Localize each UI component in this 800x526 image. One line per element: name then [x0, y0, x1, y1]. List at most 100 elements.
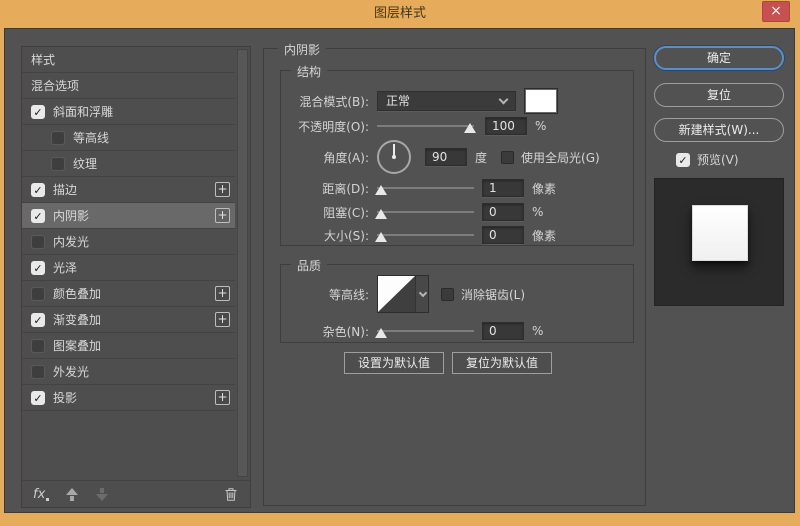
style-item-label: 内阴影 [53, 209, 90, 223]
contour-thumbnail[interactable] [378, 276, 415, 312]
style-enable-checkbox[interactable]: ✓ [31, 208, 45, 223]
noise-slider-thumb[interactable] [374, 328, 387, 338]
style-list-item[interactable]: ✓ 斜面和浮雕 [22, 99, 235, 125]
opacity-slider-thumb[interactable] [464, 123, 477, 133]
style-item-label: 样式 [31, 53, 56, 67]
style-enable-checkbox[interactable]: ✓ [31, 260, 45, 275]
style-item-label: 描边 [53, 183, 78, 197]
style-item-label: 纹理 [73, 157, 98, 171]
fx-icon[interactable]: fx [33, 487, 45, 502]
style-enable-checkbox[interactable]: ✓ [31, 312, 45, 327]
style-list-item[interactable]: 样式 [22, 47, 235, 73]
shadow-color-swatch[interactable] [524, 88, 558, 114]
make-default-button[interactable]: 设置为默认值 [344, 352, 445, 374]
style-enable-checkbox[interactable] [31, 364, 45, 379]
opacity-unit: % [535, 119, 547, 133]
size-label: 大小(S): [323, 228, 369, 243]
scrollbar-thumb[interactable] [238, 50, 247, 476]
new-style-button[interactable]: 新建样式(W)... [654, 118, 784, 142]
ok-button[interactable]: 确定 [654, 46, 784, 70]
structure-group: 结构 混合模式(B): 正常 不透明度(O): 100 % 角度(A): 90 … [280, 63, 634, 246]
blend-mode-label: 混合模式(B): [299, 94, 369, 109]
style-list-item[interactable]: ✓ 投影 + [22, 385, 235, 411]
distance-slider[interactable] [374, 178, 474, 198]
reset-button[interactable]: 复位 [654, 83, 784, 107]
blend-mode-row: 混合模式(B): 正常 [289, 88, 627, 114]
style-list-item[interactable]: ✓ 内阴影 + [22, 203, 235, 229]
style-enable-checkbox[interactable] [51, 130, 65, 145]
angle-dial[interactable] [377, 140, 411, 174]
style-item-label: 颜色叠加 [53, 287, 102, 301]
style-item-label: 外发光 [53, 365, 90, 379]
style-list-item[interactable]: 外发光 [22, 359, 235, 385]
style-item-label: 图案叠加 [53, 339, 102, 353]
default-buttons-row: 设置为默认值 复位为默认值 [344, 352, 553, 374]
reset-default-button[interactable]: 复位为默认值 [452, 352, 553, 374]
contour-row: 等高线: 消除锯齿(L) [289, 274, 627, 314]
blend-mode-value: 正常 [386, 94, 411, 108]
choke-unit: % [532, 205, 544, 219]
style-item-label: 内发光 [53, 235, 90, 249]
style-list-panel: 样式 混合选项 ✓ 斜面和浮雕 等高线 纹理 ✓ 描边 + ✓ 内阴影 + 内发… [21, 46, 251, 508]
style-list-item[interactable]: 图案叠加 [22, 333, 235, 359]
style-enable-checkbox[interactable]: ✓ [31, 104, 45, 119]
preview-checkbox[interactable]: ✓ [676, 152, 690, 167]
preview-label: 预览(V) [697, 153, 739, 167]
style-list-item[interactable]: ✓ 光泽 [22, 255, 235, 281]
style-list-item[interactable]: ✓ 渐变叠加 + [22, 307, 235, 333]
choke-slider[interactable] [374, 202, 474, 222]
add-effect-instance-button[interactable]: + [215, 208, 230, 223]
opacity-label: 不透明度(O): [298, 119, 369, 134]
style-enable-checkbox[interactable]: ✓ [31, 182, 45, 197]
style-item-label: 等高线 [73, 131, 110, 145]
style-list-item[interactable]: 混合选项 [22, 73, 235, 99]
angle-field[interactable]: 90 [425, 148, 467, 166]
style-enable-checkbox[interactable]: ✓ [31, 390, 45, 405]
style-enable-checkbox[interactable] [31, 338, 45, 353]
choke-label: 阻塞(C): [323, 205, 369, 220]
choke-row: 阻塞(C): 0 % [289, 202, 627, 222]
distance-field[interactable]: 1 [482, 179, 524, 197]
close-button[interactable]: × [762, 1, 790, 22]
opacity-row: 不透明度(O): 100 % [289, 116, 627, 136]
style-list-item[interactable]: 等高线 [22, 125, 235, 151]
style-item-label: 渐变叠加 [53, 313, 102, 327]
size-slider-thumb[interactable] [374, 232, 387, 242]
move-down-button[interactable] [95, 487, 109, 501]
move-up-button[interactable] [65, 487, 79, 501]
choke-field[interactable]: 0 [482, 203, 524, 221]
contour-picker[interactable] [377, 275, 429, 313]
distance-unit: 像素 [532, 181, 557, 196]
preview-layer-square [692, 205, 748, 261]
style-list-footer: fx [22, 480, 250, 507]
size-slider[interactable] [374, 225, 474, 245]
list-scrollbar[interactable] [237, 49, 248, 477]
add-effect-instance-button[interactable]: + [215, 312, 230, 327]
style-list-item[interactable]: 纹理 [22, 151, 235, 177]
size-field[interactable]: 0 [482, 226, 524, 244]
noise-field[interactable]: 0 [482, 322, 524, 340]
anti-alias-checkbox[interactable] [441, 287, 454, 301]
angle-unit: 度 [475, 150, 488, 165]
style-list-item[interactable]: 内发光 [22, 229, 235, 255]
style-list-item[interactable]: 颜色叠加 + [22, 281, 235, 307]
opacity-field[interactable]: 100 [485, 117, 527, 135]
opacity-slider[interactable] [377, 116, 477, 136]
quality-group: 品质 等高线: 消除锯齿(L) 杂色(N): 0 % [280, 257, 634, 343]
size-unit: 像素 [532, 228, 557, 243]
blend-mode-select[interactable]: 正常 [377, 91, 516, 111]
add-effect-instance-button[interactable]: + [215, 390, 230, 405]
delete-style-button[interactable] [224, 487, 238, 505]
style-enable-checkbox[interactable] [31, 286, 45, 301]
preview-toggle-row: ✓ 预览(V) [676, 151, 739, 168]
choke-slider-thumb[interactable] [374, 209, 387, 219]
style-list-item[interactable]: ✓ 描边 + [22, 177, 235, 203]
noise-slider[interactable] [374, 321, 474, 341]
add-effect-instance-button[interactable]: + [215, 182, 230, 197]
distance-slider-thumb[interactable] [374, 185, 387, 195]
style-enable-checkbox[interactable] [51, 156, 65, 171]
global-light-checkbox[interactable] [501, 150, 515, 164]
add-effect-instance-button[interactable]: + [215, 286, 230, 301]
titlebar[interactable]: 图层样式 × [0, 0, 800, 28]
style-enable-checkbox[interactable] [31, 234, 45, 249]
